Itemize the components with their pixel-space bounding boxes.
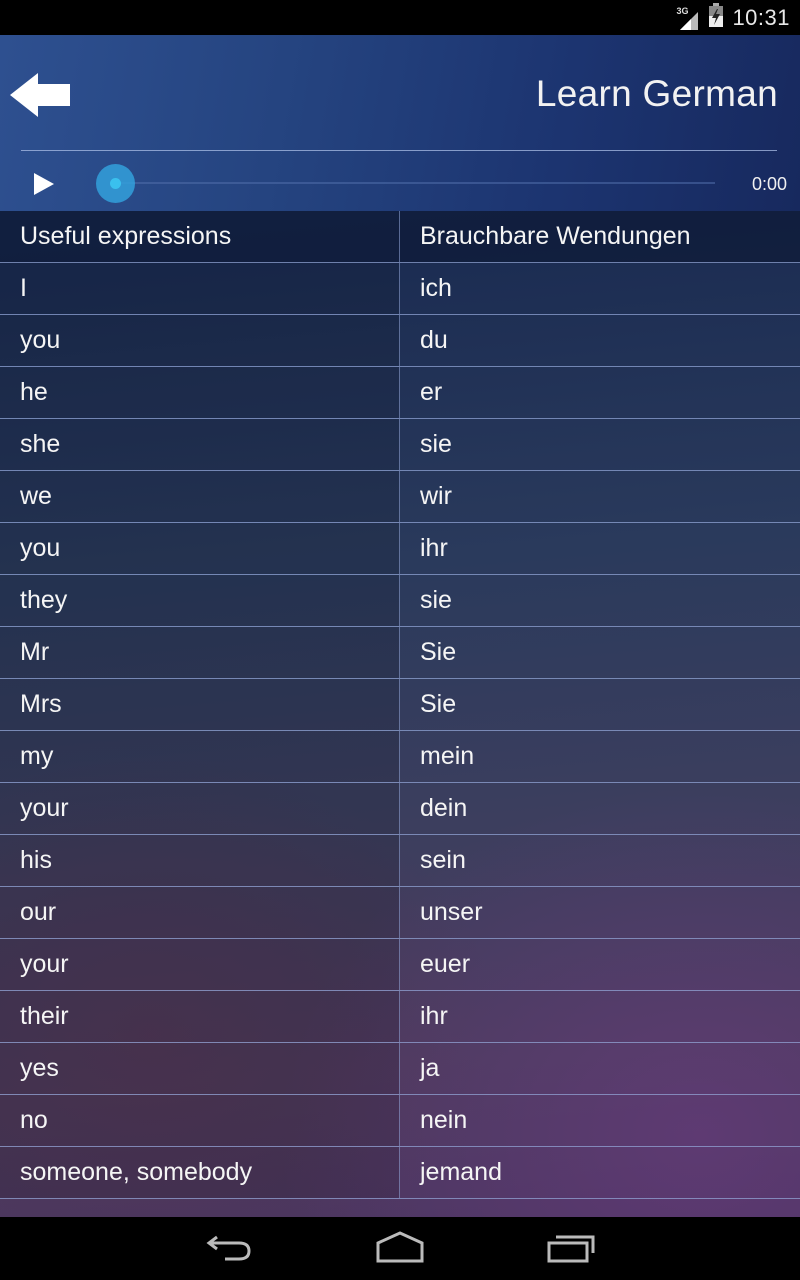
play-button[interactable] [32,171,56,197]
english-cell: yes [0,1043,400,1094]
german-cell: ich [420,274,452,302]
german-cell: ihr [420,1002,448,1030]
header-german: Brauchbare Wendungen [420,222,691,250]
navigation-bar [0,1217,800,1280]
table-header-row: Useful expressions Brauchbare Wendungen [0,211,800,263]
german-cell: sie [420,586,452,614]
table-row[interactable]: Mrs Sie [0,679,800,731]
english-cell: our [0,887,400,938]
german-cell: dein [420,794,468,822]
english-cell: my [0,731,400,782]
english-cell: we [0,471,400,522]
german-cell: nein [420,1106,468,1134]
german-cell: Sie [420,638,457,666]
english-cell: their [0,991,400,1042]
german-cell: jemand [420,1158,502,1186]
status-bar: 3G 10:31 [0,0,800,35]
table-row[interactable]: she sie [0,419,800,471]
english-cell: Mr [0,627,400,678]
table-row[interactable]: your dein [0,783,800,835]
nav-recents-icon [547,1235,595,1263]
english-cell: Mrs [0,679,400,730]
english-cell: someone, somebody [0,1147,400,1198]
table-row[interactable]: my mein [0,731,800,783]
english-cell: she [0,419,400,470]
table-row[interactable]: their ihr [0,991,800,1043]
table-row[interactable]: you du [0,315,800,367]
table-row[interactable]: Mr Sie [0,627,800,679]
page-title: Learn German [535,73,778,114]
table-row[interactable]: our unser [0,887,800,939]
seek-thumb[interactable] [96,164,135,203]
table-row[interactable]: his sein [0,835,800,887]
nav-back-button[interactable] [205,1231,255,1265]
english-cell: your [0,939,400,990]
playback-time: 0:00 [751,174,787,194]
german-cell: du [420,326,448,354]
nav-home-icon [376,1231,424,1263]
status-time: 10:31 [732,4,790,30]
german-cell: euer [420,950,471,978]
table-row[interactable]: yes ja [0,1043,800,1095]
german-cell: mein [420,742,475,770]
german-cell: sie [420,430,452,458]
header-english: Useful expressions [0,211,400,262]
english-cell: you [0,315,400,366]
header: Learn German 0:00 [0,35,800,211]
app-screen: Learn German 0:00 Useful expressions Bra… [0,35,800,1217]
battery-icon [708,3,724,32]
vocabulary-table: Useful expressions Brauchbare Wendungen … [0,211,800,1199]
german-cell: wir [420,482,452,510]
table-row[interactable]: no nein [0,1095,800,1147]
english-cell: your [0,783,400,834]
english-cell: I [0,263,400,314]
play-icon [34,173,54,195]
table-row[interactable]: he er [0,367,800,419]
table-row[interactable]: we wir [0,471,800,523]
nav-home-button[interactable] [375,1231,425,1265]
table-row[interactable]: Iich [0,263,800,315]
table-row[interactable]: your euer [0,939,800,991]
signal-icon: 3G [676,6,700,30]
table-row[interactable]: someone, somebody jemand [0,1147,800,1199]
german-cell: ja [420,1054,440,1082]
nav-back-icon [206,1235,251,1261]
english-cell: you [0,523,400,574]
nav-recents-button[interactable] [546,1231,596,1265]
german-cell: Sie [420,690,457,718]
english-cell: no [0,1095,400,1146]
german-cell: unser [420,898,483,926]
table-row[interactable]: they sie [0,575,800,627]
english-cell: his [0,835,400,886]
back-button[interactable] [10,73,72,117]
seek-bar[interactable] [115,182,715,184]
german-cell: er [420,378,443,406]
german-cell: ihr [420,534,448,562]
table-row[interactable]: you ihr [0,523,800,575]
english-cell: they [0,575,400,626]
arrow-left-icon [10,73,70,117]
english-cell: he [0,367,400,418]
german-cell: sein [420,846,466,874]
header-divider [21,150,777,151]
